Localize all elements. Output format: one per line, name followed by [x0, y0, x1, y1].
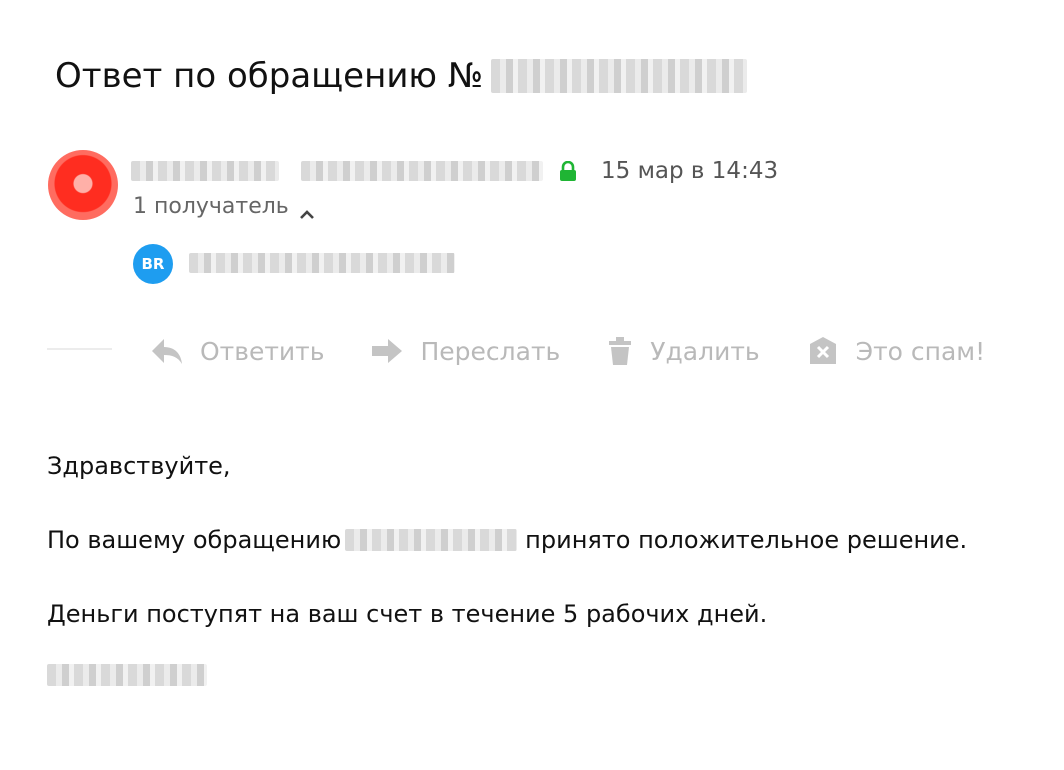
divider [47, 348, 112, 350]
delete-label: Удалить [650, 336, 760, 366]
email-subject: Ответ по обращению № [55, 52, 748, 100]
paragraph-1-start: По вашему обращению [47, 526, 342, 554]
delete-button[interactable]: Удалить [606, 336, 760, 366]
sender-line: 15 мар в 14:43 [131, 152, 778, 190]
chevron-up-icon [299, 201, 315, 219]
message-toolbar: Ответить Переслать Удалить Это спам! [150, 329, 985, 373]
forward-label: Переслать [420, 336, 561, 366]
message-paragraph-1: По вашему обращению принято положительно… [47, 524, 967, 556]
reply-label: Ответить [200, 336, 325, 366]
spam-label: Это спам! [855, 336, 986, 366]
recipient-email-redacted[interactable] [189, 253, 455, 273]
forward-icon [372, 339, 403, 363]
email-view: Ответ по обращению № 15 мар в 14:43 1 по… [0, 0, 1064, 770]
recipients-toggle[interactable]: 1 получатель [133, 194, 315, 219]
message-body: Здравствуйте, По вашему обращению принят… [47, 450, 967, 692]
reply-icon [152, 339, 182, 364]
message-date: 15 мар в 14:43 [601, 158, 779, 184]
reply-button[interactable]: Ответить [150, 336, 324, 366]
lock-icon [559, 160, 577, 181]
spam-icon [809, 337, 836, 364]
message-paragraph-2: Деньги поступят на ваш счет в течение 5 … [47, 600, 768, 628]
sender-name-redacted[interactable] [131, 161, 279, 181]
recipients-count-label: 1 получатель [133, 194, 289, 219]
subject-ref-redacted [491, 59, 748, 93]
spam-button[interactable]: Это спам! [806, 336, 986, 366]
subject-text: Ответ по обращению № [55, 56, 484, 96]
sender-avatar[interactable] [48, 150, 118, 220]
request-number-redacted [345, 529, 518, 551]
paragraph-1-end: принято положительное решение. [525, 526, 968, 554]
greeting: Здравствуйте, [47, 452, 231, 480]
forward-button[interactable]: Переслать [370, 336, 560, 366]
trash-icon [609, 337, 632, 365]
signature-redacted [47, 664, 207, 686]
sender-email-redacted[interactable] [301, 161, 543, 181]
recipient-avatar[interactable]: BR [133, 244, 173, 284]
